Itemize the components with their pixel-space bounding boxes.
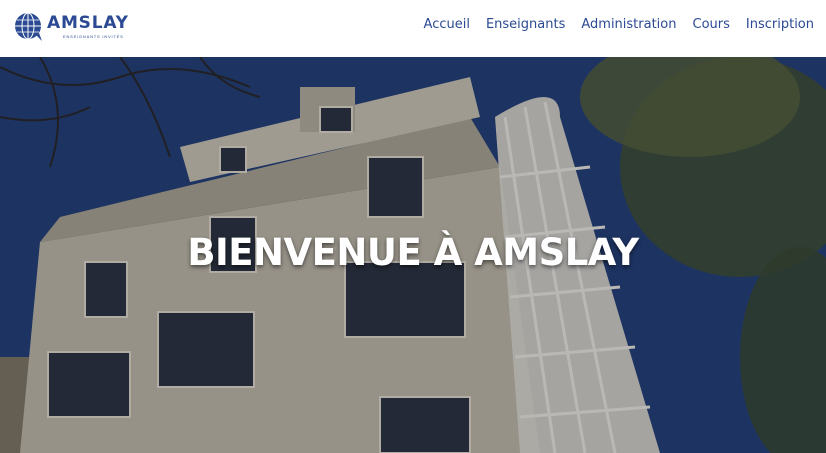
globe-icon: [15, 12, 42, 41]
brand-logo[interactable]: AMSLAY ENSEIGNANTS INVITÉS: [12, 11, 129, 43]
nav-administration[interactable]: Administration: [581, 17, 676, 32]
nav-enseignants[interactable]: Enseignants: [486, 17, 565, 32]
brand-tagline: ENSEIGNANTS INVITÉS: [63, 34, 124, 39]
hero-banner: BIENVENUE À AMSLAY: [0, 57, 826, 453]
brand-name: AMSLAY: [47, 13, 129, 33]
nav-cours[interactable]: Cours: [693, 17, 730, 32]
site-header: AMSLAY ENSEIGNANTS INVITÉS Accueil Ensei…: [0, 0, 826, 57]
nav-inscription[interactable]: Inscription: [746, 17, 814, 32]
nav-accueil[interactable]: Accueil: [424, 17, 470, 32]
main-nav: Accueil Enseignants Administration Cours…: [424, 17, 814, 32]
hero-title: BIENVENUE À AMSLAY: [187, 231, 639, 274]
